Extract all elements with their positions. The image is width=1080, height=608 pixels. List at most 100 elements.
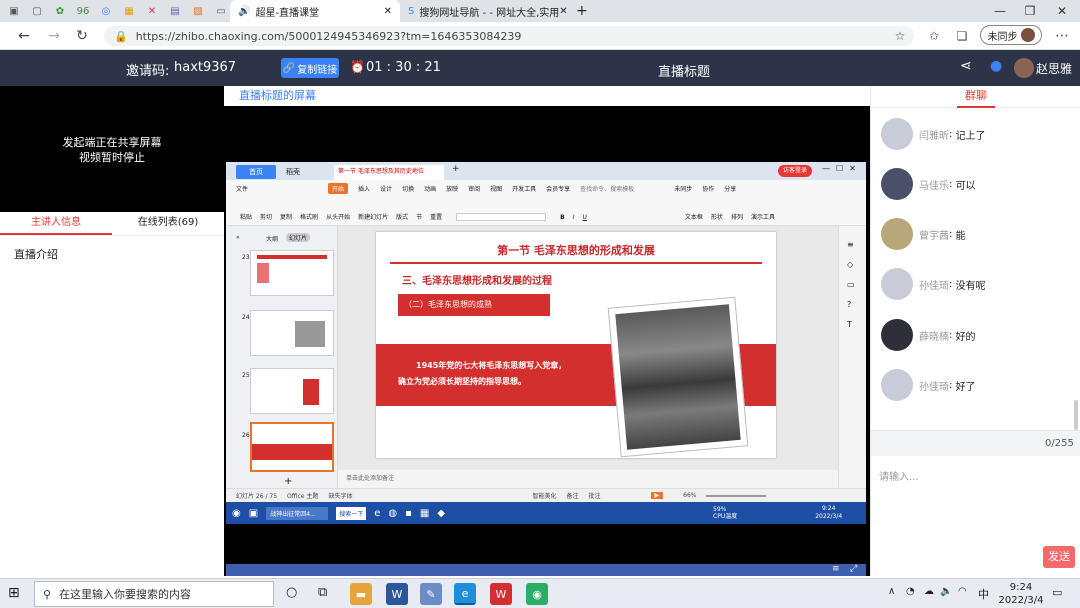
- inner-task-item[interactable]: 战神出征常回4...: [266, 506, 329, 520]
- tab-group-icon[interactable]: ▢: [28, 3, 46, 19]
- tab-presenter-info[interactable]: 主讲人信息: [0, 212, 112, 235]
- layout-button[interactable]: 版式: [396, 212, 408, 221]
- underline-icon[interactable]: U: [583, 214, 587, 221]
- slide-thumbnail[interactable]: [250, 310, 334, 356]
- inner-app-icon[interactable]: ▦: [420, 508, 429, 519]
- ime-indicator[interactable]: 中: [978, 586, 989, 602]
- forward-icon[interactable]: →: [44, 26, 64, 46]
- inner-search[interactable]: 搜索一下: [336, 506, 367, 520]
- shape-button[interactable]: 形状: [711, 212, 723, 221]
- window-menu-icon[interactable]: ▣: [5, 3, 23, 19]
- zoom-slider[interactable]: [706, 494, 767, 497]
- taskbar-search[interactable]: ⚲ 在这里输入你要搜索的内容: [34, 581, 274, 607]
- wps-menu-item[interactable]: 视图: [490, 184, 502, 193]
- pinned-tab-icon[interactable]: ✿: [51, 3, 69, 19]
- inner-start-icon[interactable]: ◉: [232, 508, 241, 519]
- current-slide[interactable]: 第一节 毛泽东思想的形成和发展 三、毛泽东思想形成和发展的过程 （二）毛泽东思想…: [376, 232, 776, 458]
- pinned-tab-icon[interactable]: ▤: [166, 3, 184, 19]
- back-icon[interactable]: ←: [14, 26, 34, 46]
- add-slide-icon[interactable]: +: [284, 476, 292, 487]
- inner-edge-icon[interactable]: e: [374, 508, 380, 519]
- tab-sogou[interactable]: S 搜狗网址导航 - - 网址大全,实用 ✕: [400, 0, 568, 22]
- outline-tab[interactable]: 大纲: [266, 234, 278, 243]
- wps-menu-item[interactable]: 未同步: [674, 184, 692, 193]
- word-icon[interactable]: W: [386, 583, 408, 605]
- format-painter-button[interactable]: 格式刷: [300, 212, 318, 221]
- help-icon[interactable]: ?: [847, 300, 851, 309]
- wps-search[interactable]: 查找命令、搜索模板: [580, 184, 634, 193]
- wps-new-tab[interactable]: +: [452, 164, 460, 174]
- slide-thumbnail[interactable]: [250, 368, 334, 414]
- edge-icon[interactable]: e: [454, 583, 476, 605]
- tab-live-class[interactable]: 🔊 超星-直播课堂 ✕: [230, 0, 400, 22]
- inner-wps-icon[interactable]: ◆: [437, 508, 445, 519]
- wps-menu-item[interactable]: 动画: [424, 184, 436, 193]
- play-from-start-button[interactable]: 从头开始: [326, 212, 350, 221]
- section-button[interactable]: 节: [416, 212, 422, 221]
- sync-button[interactable]: 未同步: [980, 25, 1042, 45]
- collections-icon[interactable]: ❏: [952, 26, 972, 46]
- refresh-icon[interactable]: ↻: [72, 26, 92, 46]
- send-button[interactable]: 发送: [1043, 546, 1075, 568]
- pinned-tab-icon[interactable]: ▦: [120, 3, 138, 19]
- pinned-tab-icon[interactable]: ▧: [189, 3, 207, 19]
- new-slide-button[interactable]: 新建幻灯片: [358, 212, 388, 221]
- share-icon[interactable]: ⋖: [960, 58, 972, 74]
- textbox-button[interactable]: 文本框: [685, 212, 703, 221]
- presentation-tools-button[interactable]: 演示工具: [751, 212, 775, 221]
- wps-menu-item[interactable]: 文件: [236, 184, 248, 193]
- tab-group-chat[interactable]: 群聊: [871, 86, 1080, 108]
- wps-menu-item[interactable]: 开发工具: [512, 184, 536, 193]
- notification-icon[interactable]: ▭: [1052, 586, 1062, 599]
- slide-thumbnail[interactable]: [250, 250, 334, 296]
- arrange-button[interactable]: 排列: [731, 212, 743, 221]
- file-explorer-icon[interactable]: ▬: [350, 583, 372, 605]
- wps-menu-item[interactable]: 插入: [358, 184, 370, 193]
- close-icon[interactable]: ✕: [559, 6, 567, 17]
- chat-scrollbar[interactable]: [1074, 400, 1078, 430]
- wps-menu-item[interactable]: 会员专享: [546, 184, 570, 193]
- favorites-icon[interactable]: ✩: [924, 26, 944, 46]
- cloud-icon[interactable]: ☁: [924, 586, 934, 597]
- reset-button[interactable]: 重置: [430, 212, 442, 221]
- wps-docer-tab[interactable]: 稻壳: [278, 165, 328, 179]
- inner-wechat-icon[interactable]: ▪: [405, 508, 412, 519]
- wps-window-controls[interactable]: —☐✕: [822, 164, 862, 173]
- text-icon[interactable]: T: [847, 320, 852, 329]
- notes-app-icon[interactable]: ✎: [420, 583, 442, 605]
- volume-icon[interactable]: 🔈: [940, 586, 952, 597]
- new-tab-button[interactable]: +: [568, 0, 596, 22]
- close-icon[interactable]: ✕: [384, 6, 392, 17]
- tray-arrow-icon[interactable]: ∧: [888, 586, 895, 597]
- fullscreen-icon[interactable]: ⤢: [850, 564, 857, 574]
- wifi-icon[interactable]: ◠: [958, 586, 967, 597]
- play-icon[interactable]: ▶: [650, 492, 664, 499]
- slide-thumbnail-current[interactable]: [250, 422, 334, 472]
- wps-menu-item[interactable]: 开始: [328, 182, 349, 194]
- bold-icon[interactable]: B: [560, 214, 565, 221]
- wps-menu-item[interactable]: 审阅: [468, 184, 480, 193]
- wps-doc-tab[interactable]: 第一节 毛泽东思想及其历史地位: [334, 165, 444, 180]
- inner-chrome-icon[interactable]: ◍: [388, 508, 397, 519]
- document-icon[interactable]: ▭: [212, 3, 230, 19]
- tab-online-list[interactable]: 在线列表(69): [112, 212, 224, 235]
- windows-start-icon[interactable]: ⊞: [8, 585, 20, 601]
- more-icon[interactable]: ⋯: [1052, 26, 1072, 46]
- copy-link-button[interactable]: 🔗 复制链接: [281, 58, 339, 78]
- pinned-tab-icon[interactable]: ✕: [143, 3, 161, 19]
- minimize-icon[interactable]: —: [984, 0, 1016, 22]
- cut-button[interactable]: 剪切: [260, 212, 272, 221]
- wps-menu-item[interactable]: 放映: [446, 184, 458, 193]
- format-icon[interactable]: ◇: [847, 260, 853, 269]
- layout-icon[interactable]: ▭: [847, 280, 855, 289]
- inner-app-icon[interactable]: ▣: [249, 508, 258, 519]
- wechat-icon[interactable]: ◉: [526, 583, 548, 605]
- taskbar-clock[interactable]: 9:24 2022/3/4: [996, 581, 1046, 607]
- wps-menu-item[interactable]: 分享: [724, 184, 736, 193]
- network-icon[interactable]: ◔: [906, 586, 915, 597]
- wps-login-button[interactable]: 访客登录: [778, 165, 812, 177]
- star-icon[interactable]: ☆: [890, 26, 910, 46]
- maximize-icon[interactable]: ❐: [1014, 0, 1046, 22]
- font-name-field[interactable]: [456, 213, 547, 221]
- task-view-icon[interactable]: ⧉: [318, 585, 327, 600]
